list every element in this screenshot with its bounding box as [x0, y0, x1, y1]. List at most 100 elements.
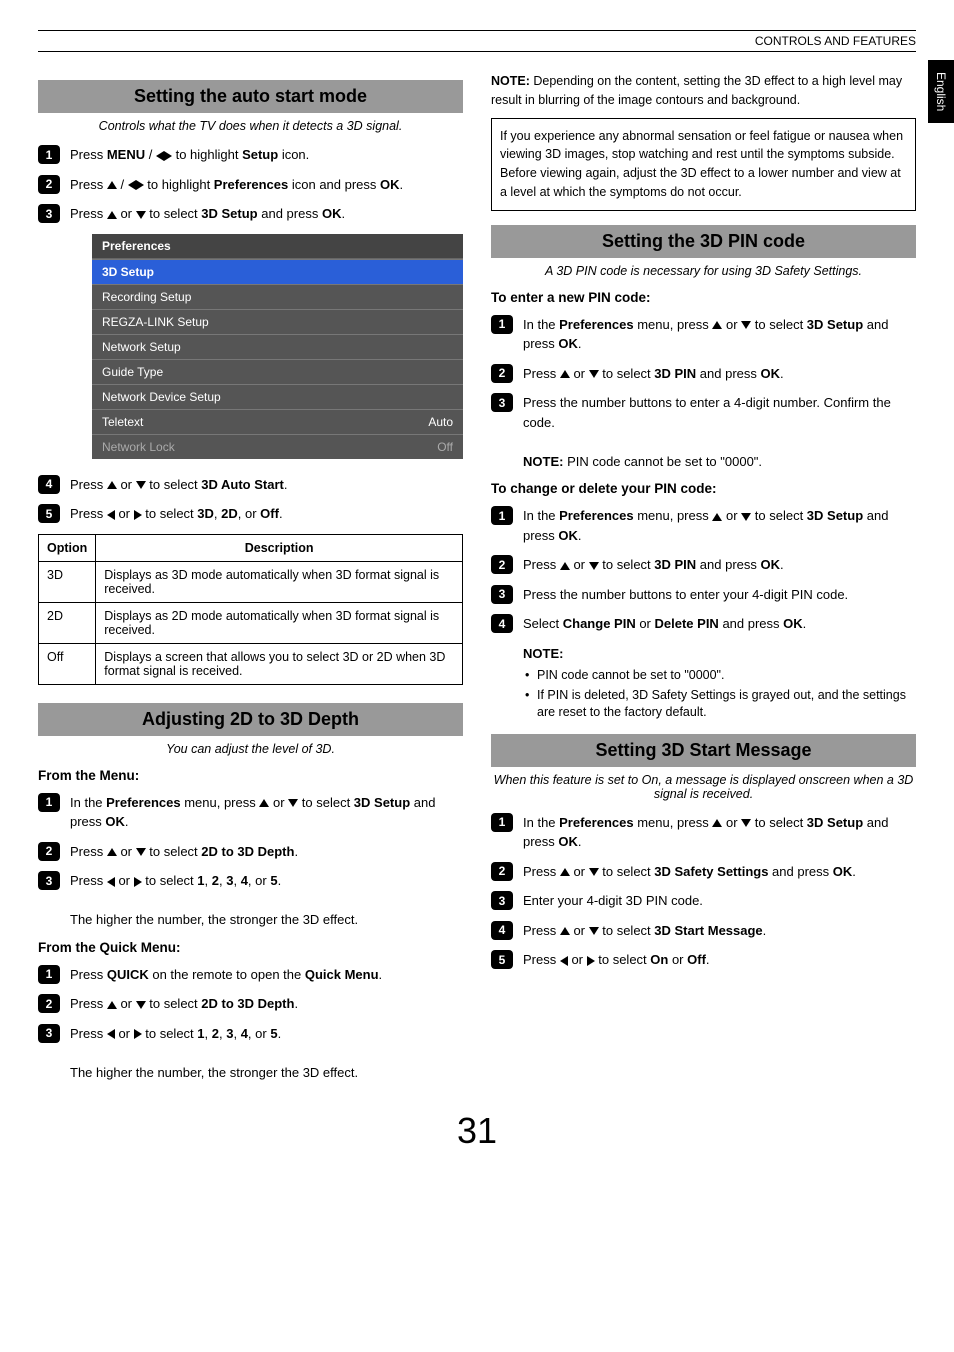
right-column: NOTE: Depending on the content, setting …	[491, 72, 916, 1092]
step-number: 1	[491, 315, 513, 334]
menu-item: Network Device Setup	[92, 384, 463, 409]
step-text: Press or to select On or Off.	[523, 950, 916, 970]
down-icon	[136, 848, 146, 856]
up-icon	[107, 181, 117, 189]
step-text: Press or to select 3D PIN and press OK.	[523, 555, 916, 575]
step-number: 2	[38, 175, 60, 194]
up-icon	[712, 819, 722, 827]
step-text: Press or to select 3D PIN and press OK.	[523, 364, 916, 384]
menu-item: REGZA-LINK Setup	[92, 309, 463, 334]
step-number: 5	[491, 950, 513, 969]
step-number: 3	[491, 393, 513, 412]
left-icon	[128, 180, 136, 190]
step-number: 1	[491, 506, 513, 525]
up-icon	[107, 211, 117, 219]
table-cell: Displays as 2D mode automatically when 3…	[96, 602, 463, 643]
step-text: Press or to select 3D Setup and press OK…	[70, 204, 463, 224]
menu-item: Network LockOff	[92, 434, 463, 459]
right-icon	[136, 180, 144, 190]
section-subtitle: You can adjust the level of 3D.	[38, 742, 463, 756]
language-tab: English	[928, 60, 954, 123]
step-number: 1	[38, 145, 60, 164]
options-table: OptionDescription 3DDisplays as 3D mode …	[38, 534, 463, 685]
table-header: Description	[96, 534, 463, 561]
section-subtitle: A 3D PIN code is necessary for using 3D …	[491, 264, 916, 278]
step-number: 3	[38, 871, 60, 890]
down-icon	[741, 819, 751, 827]
step-number: 4	[491, 614, 513, 633]
step-number: 2	[491, 555, 513, 574]
up-icon	[712, 321, 722, 329]
up-icon	[560, 562, 570, 570]
up-icon	[560, 927, 570, 935]
right-icon	[587, 956, 595, 966]
step-text: Press or to select 3D, 2D, or Off.	[70, 504, 463, 524]
down-icon	[136, 481, 146, 489]
step-text: Press or to select 3D Start Message.	[523, 921, 916, 941]
down-icon	[136, 211, 146, 219]
left-icon	[107, 877, 115, 887]
step-text: Press the number buttons to enter a 4-di…	[523, 393, 916, 471]
step-number: 2	[38, 994, 60, 1013]
right-icon	[164, 151, 172, 161]
step-text: In the Preferences menu, press or to sel…	[523, 506, 916, 545]
step-text: Press or to select 1, 2, 3, 4, or 5.The …	[70, 1024, 463, 1083]
up-icon	[560, 370, 570, 378]
up-icon	[560, 868, 570, 876]
menu-item: 3D Setup	[92, 259, 463, 284]
down-icon	[288, 799, 298, 807]
sub-heading: To enter a new PIN code:	[491, 290, 916, 305]
left-icon	[560, 956, 568, 966]
step-text: In the Preferences menu, press or to sel…	[70, 793, 463, 832]
step-number: 4	[38, 475, 60, 494]
right-icon	[134, 1029, 142, 1039]
sub-heading: To change or delete your PIN code:	[491, 481, 916, 496]
sub-heading: From the Quick Menu:	[38, 940, 463, 955]
down-icon	[741, 321, 751, 329]
left-icon	[107, 510, 115, 520]
preferences-menu: Preferences 3D SetupRecording SetupREGZA…	[92, 234, 463, 459]
section-subtitle: When this feature is set to On, a messag…	[491, 773, 916, 801]
step-text: Press or to select 3D Auto Start.	[70, 475, 463, 495]
step-text: Press or to select 2D to 3D Depth.	[70, 994, 463, 1014]
section-title-start-msg: Setting 3D Start Message	[491, 734, 916, 767]
step-number: 2	[38, 842, 60, 861]
step-text: Press or to select 2D to 3D Depth.	[70, 842, 463, 862]
section-subtitle: Controls what the TV does when it detect…	[38, 119, 463, 133]
down-icon	[136, 1001, 146, 1009]
note-item: If PIN is deleted, 3D Safety Settings is…	[523, 687, 916, 722]
right-icon	[134, 877, 142, 887]
step-number: 3	[491, 585, 513, 604]
section-title-auto-start: Setting the auto start mode	[38, 80, 463, 113]
up-icon	[107, 848, 117, 856]
up-icon	[107, 1001, 117, 1009]
step-text: Press the number buttons to enter your 4…	[523, 585, 916, 605]
table-cell: Displays a screen that allows you to sel…	[96, 643, 463, 684]
step-text: Press QUICK on the remote to open the Qu…	[70, 965, 463, 985]
right-icon	[134, 510, 142, 520]
section-title-pin: Setting the 3D PIN code	[491, 225, 916, 258]
step-text: Enter your 4-digit 3D PIN code.	[523, 891, 916, 911]
left-icon	[107, 1029, 115, 1039]
page-number: 31	[38, 1110, 916, 1152]
step-number: 4	[491, 921, 513, 940]
note-item: PIN code cannot be set to "0000".	[523, 667, 916, 685]
step-text: Select Change PIN or Delete PIN and pres…	[523, 614, 916, 724]
down-icon	[589, 927, 599, 935]
down-icon	[589, 868, 599, 876]
step-number: 2	[491, 364, 513, 383]
page-header: CONTROLS AND FEATURES	[38, 30, 916, 52]
menu-item: Network Setup	[92, 334, 463, 359]
step-number: 1	[491, 813, 513, 832]
step-text: Press or to select 1, 2, 3, 4, or 5.The …	[70, 871, 463, 930]
step-text: In the Preferences menu, press or to sel…	[523, 315, 916, 354]
step-text: In the Preferences menu, press or to sel…	[523, 813, 916, 852]
table-header: Option	[39, 534, 96, 561]
step-number: 1	[38, 793, 60, 812]
menu-header: Preferences	[92, 234, 463, 259]
step-number: 3	[38, 1024, 60, 1043]
step-number: 3	[38, 204, 60, 223]
note-text: NOTE: Depending on the content, setting …	[491, 72, 916, 110]
step-number: 5	[38, 504, 60, 523]
down-icon	[741, 513, 751, 521]
